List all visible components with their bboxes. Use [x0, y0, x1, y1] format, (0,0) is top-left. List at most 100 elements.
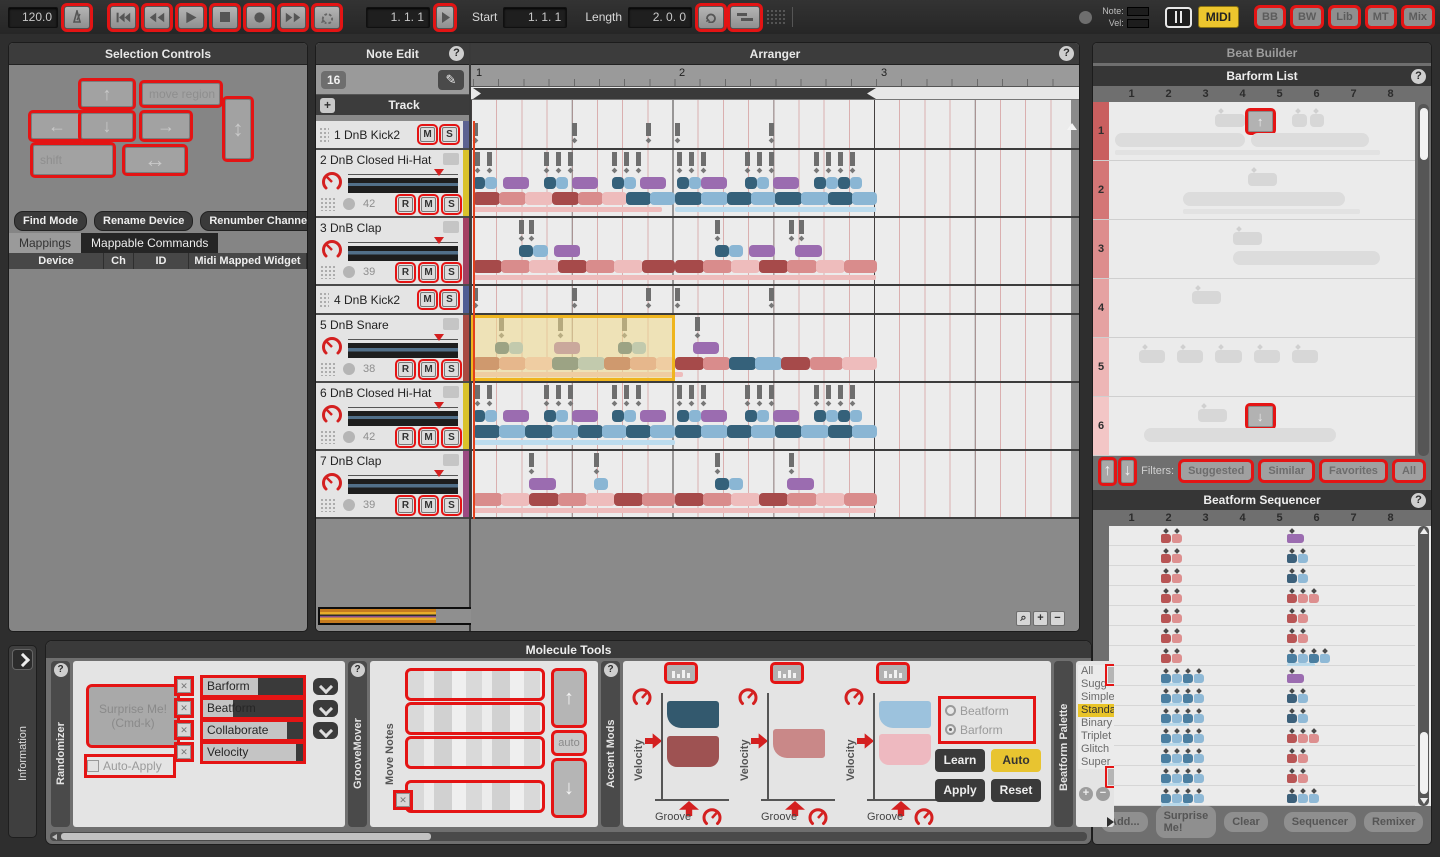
- track-options-button[interactable]: [443, 221, 459, 233]
- track-solo-button[interactable]: S: [444, 197, 459, 212]
- randomizer-help-icon[interactable]: ?: [54, 663, 68, 677]
- beatform-icon-red3[interactable]: [1287, 729, 1331, 745]
- sequencer-row-7[interactable]: [1109, 646, 1415, 666]
- track-row-2[interactable]: 2 DnB Closed Hi-Hat42RMS: [316, 150, 469, 218]
- expand-horizontal-button[interactable]: ↔: [125, 147, 185, 173]
- beatform-icon-blue4[interactable]: [1161, 769, 1205, 785]
- randomizer-slider-velocity[interactable]: Velocity: [203, 744, 303, 761]
- mode-button-lib[interactable]: Lib: [1331, 8, 1358, 26]
- sequencer-row-9[interactable]: [1109, 686, 1415, 706]
- arranger-track-row-2[interactable]: [471, 150, 1079, 218]
- note-tick[interactable]: [769, 123, 774, 143]
- note-pill[interactable]: [556, 410, 568, 422]
- arranger-track-row-6[interactable]: [471, 383, 1079, 451]
- slider-marker[interactable]: [434, 402, 444, 409]
- note-tick[interactable]: [544, 385, 549, 406]
- barform-scrollbar[interactable]: [1418, 104, 1429, 456]
- slider-bar[interactable]: [348, 246, 458, 261]
- note-pill[interactable]: [612, 177, 624, 189]
- tab-mappings[interactable]: Mappings: [9, 233, 81, 253]
- note-bar[interactable]: [675, 357, 704, 370]
- note-tick[interactable]: [745, 152, 750, 173]
- note-pill[interactable]: [503, 410, 529, 422]
- track-knob[interactable]: [320, 170, 344, 199]
- note-bar[interactable]: [675, 192, 702, 205]
- track-solo-button[interactable]: S: [444, 430, 459, 445]
- note-pill[interactable]: [572, 177, 598, 189]
- note-bar[interactable]: [501, 260, 530, 273]
- note-pill[interactable]: [612, 410, 624, 422]
- sequencer-row-12[interactable]: [1109, 746, 1415, 766]
- note-pill[interactable]: [701, 177, 727, 189]
- note-bar[interactable]: [602, 425, 627, 438]
- beatform-icon-blue4[interactable]: [1161, 789, 1205, 805]
- palette-add-button[interactable]: +: [1079, 787, 1093, 801]
- note-tick[interactable]: [701, 152, 706, 173]
- beatform-icon-blue2[interactable]: [1287, 569, 1331, 585]
- move-notes-strip-1[interactable]: [408, 671, 542, 698]
- track-solo-button[interactable]: S: [442, 127, 457, 142]
- action-remixer-button[interactable]: Remixer: [1364, 812, 1423, 832]
- track-drag-handle[interactable]: [320, 197, 335, 211]
- randomizer-x-checkbox-beatform[interactable]: ✕: [177, 701, 191, 715]
- note-pill[interactable]: [729, 478, 743, 490]
- note-bar[interactable]: [602, 192, 627, 205]
- note-tick[interactable]: [838, 152, 843, 173]
- move-region-button[interactable]: move region: [142, 83, 220, 105]
- track-options-button[interactable]: [443, 153, 459, 165]
- molecule-hscrollbar-thumb[interactable]: [61, 833, 431, 840]
- note-bar[interactable]: [787, 493, 816, 506]
- note-pill[interactable]: [640, 410, 666, 422]
- note-tick[interactable]: [715, 220, 720, 241]
- barform-list-help-icon[interactable]: ?: [1411, 69, 1426, 84]
- move-right-button[interactable]: →: [142, 113, 190, 139]
- track-record-button[interactable]: R: [398, 197, 413, 212]
- minimap-thumb[interactable]: [320, 609, 436, 623]
- length-field[interactable]: 2. 0. 0: [628, 7, 692, 28]
- note-pill[interactable]: [795, 245, 821, 257]
- beatform-icon-blue4[interactable]: [1161, 689, 1205, 705]
- filter-similar-button[interactable]: Similar: [1261, 462, 1312, 480]
- track-row-1[interactable]: 1 DnB Kick2MS: [316, 121, 469, 150]
- mode-button-mt[interactable]: MT: [1368, 8, 1394, 26]
- beatform-icon-red2[interactable]: [1161, 629, 1205, 645]
- note-bar[interactable]: [828, 192, 853, 205]
- groove-up-button[interactable]: ↑: [554, 671, 584, 725]
- renumber-channel-button[interactable]: Renumber Channel: [200, 211, 308, 231]
- action-sequencer-button[interactable]: Sequencer: [1284, 812, 1356, 832]
- note-pill[interactable]: [814, 410, 826, 422]
- sequencer-scrollbar-thumb[interactable]: [1420, 732, 1428, 794]
- barform-scroll-up-button[interactable]: ↑: [1248, 111, 1273, 132]
- slider-bar[interactable]: [348, 343, 458, 358]
- palette-item-standa[interactable]: Standa: [1078, 704, 1114, 717]
- track-row-7[interactable]: 7 DnB Clap39RMS: [316, 451, 469, 519]
- slider-bar[interactable]: [348, 479, 458, 494]
- note-pill[interactable]: [689, 177, 701, 189]
- note-bar[interactable]: [787, 260, 816, 273]
- track-solo-button[interactable]: S: [444, 265, 459, 280]
- note-pill[interactable]: [773, 410, 799, 422]
- note-tick[interactable]: [544, 152, 549, 173]
- note-tick[interactable]: [814, 152, 819, 173]
- rename-device-button[interactable]: Rename Device: [94, 211, 193, 231]
- note-pill[interactable]: [624, 410, 636, 422]
- note-tick[interactable]: [701, 385, 706, 406]
- beatform-icon-blue2[interactable]: [1287, 689, 1331, 705]
- barform-row-1[interactable]: 1↑: [1093, 102, 1415, 161]
- palette-item-binary[interactable]: Binary: [1078, 717, 1114, 730]
- note-tick[interactable]: [757, 152, 762, 173]
- tempo-field[interactable]: 120.0: [8, 7, 58, 28]
- move-up-button[interactable]: ↑: [81, 81, 133, 107]
- track-knob[interactable]: [320, 471, 344, 500]
- note-tick[interactable]: [745, 385, 750, 406]
- barform-up-button[interactable]: ↑: [1101, 460, 1114, 483]
- arranger-ruler[interactable]: 1 2 3: [471, 65, 1079, 87]
- palette-scroll-right-icon[interactable]: [1107, 817, 1114, 827]
- slider-bar[interactable]: [348, 178, 458, 193]
- pencil-tool-button[interactable]: ✎: [438, 70, 464, 90]
- note-pill[interactable]: [533, 245, 547, 257]
- note-bar[interactable]: [828, 425, 853, 438]
- track-knob[interactable]: [320, 238, 344, 267]
- sequencer-row-10[interactable]: [1109, 706, 1415, 726]
- note-tick[interactable]: [814, 385, 819, 406]
